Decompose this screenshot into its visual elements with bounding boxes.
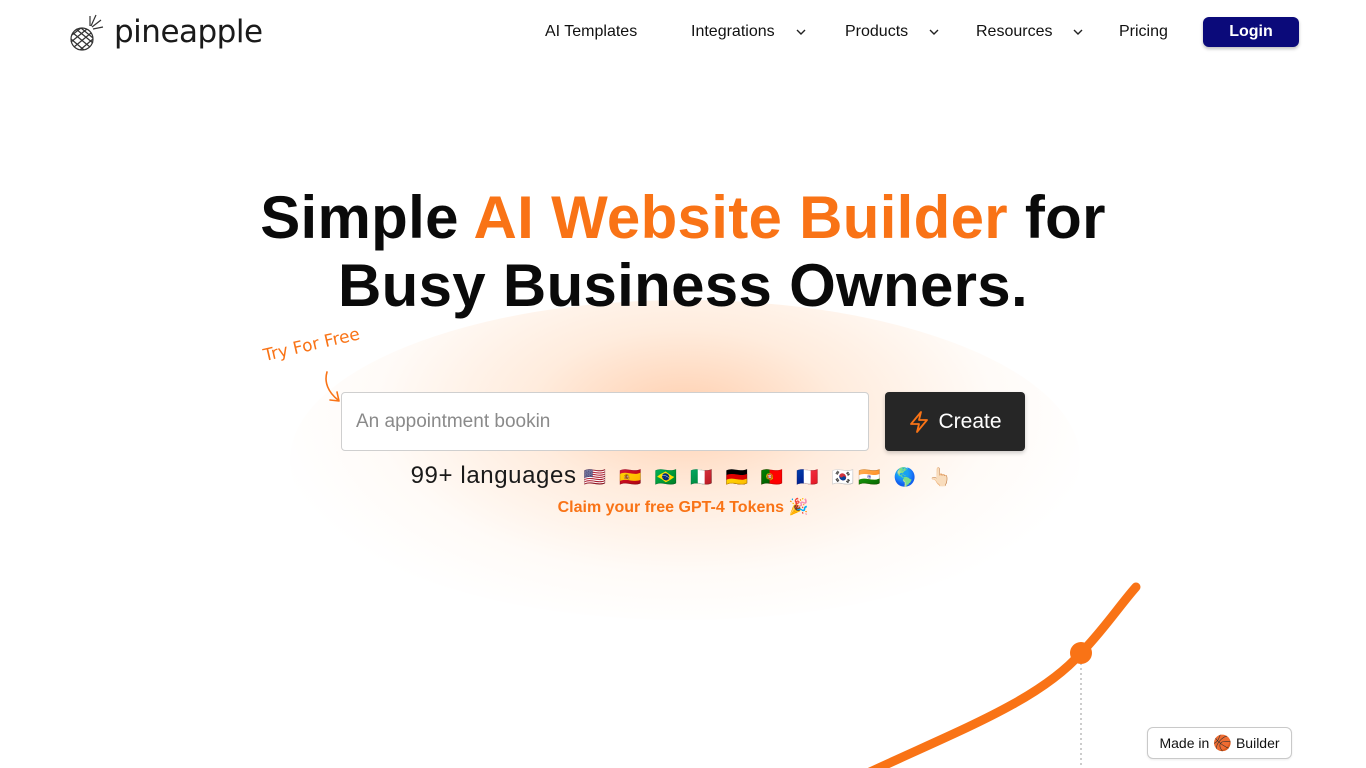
nav-integrations[interactable]: Integrations	[691, 17, 807, 47]
languages-row: 99+ languages 🇺🇸 🇪🇸 🇧🇷 🇮🇹 🇩🇪 🇵🇹 🇫🇷 🇰🇷🇮🇳 …	[0, 462, 1366, 490]
language-flags: 🇺🇸 🇪🇸 🇧🇷 🇮🇹 🇩🇪 🇵🇹 🇫🇷 🇰🇷🇮🇳 🌎 👆🏻	[583, 467, 956, 487]
try-for-free-label: Try For Free	[261, 324, 362, 366]
claim-tokens-link[interactable]: Claim your free GPT-4 Tokens 🎉	[0, 497, 1366, 517]
create-button[interactable]: Create	[885, 392, 1025, 451]
nav-label: Products	[845, 23, 909, 40]
headline-pre: Simple	[260, 184, 474, 251]
headline-post: for	[1007, 184, 1106, 251]
chevron-down-icon	[929, 29, 939, 35]
nav-label: Resources	[976, 23, 1053, 40]
lightning-icon	[910, 410, 929, 433]
nav-pricing[interactable]: Pricing	[1119, 17, 1168, 47]
builder-logo-icon: 🏀	[1213, 735, 1232, 752]
nav-label: Pricing	[1119, 23, 1168, 40]
nav-products[interactable]: Products	[845, 17, 940, 47]
nav-ai-templates[interactable]: AI Templates	[545, 17, 637, 47]
page: pineapple AI Templates Integrations Prod…	[0, 0, 1366, 768]
languages-text: 99+ languages	[410, 462, 577, 489]
pineapple-icon	[70, 14, 104, 51]
nav-label: Integrations	[691, 23, 775, 40]
chevron-down-icon	[1073, 29, 1083, 35]
nav-label: AI Templates	[545, 23, 638, 40]
brand-name: pineapple	[114, 14, 263, 50]
chevron-down-icon	[796, 29, 806, 35]
hero-glow	[290, 300, 1080, 620]
headline-line2: Busy Business Owners.	[338, 252, 1028, 319]
nav-resources[interactable]: Resources	[976, 17, 1084, 47]
brand-logo[interactable]: pineapple	[68, 12, 263, 52]
badge-prefix: Made in	[1159, 735, 1210, 751]
website-prompt-input[interactable]	[341, 392, 869, 451]
login-button[interactable]: Login	[1203, 17, 1299, 47]
made-in-builder-badge[interactable]: Made in 🏀 Builder	[1147, 727, 1292, 759]
headline-accent: AI Website Builder	[473, 184, 1008, 251]
hero-headline: Simple AI Website Builder for Busy Busin…	[0, 184, 1366, 320]
badge-suffix: Builder	[1235, 735, 1280, 751]
create-label: Create	[938, 409, 1002, 433]
